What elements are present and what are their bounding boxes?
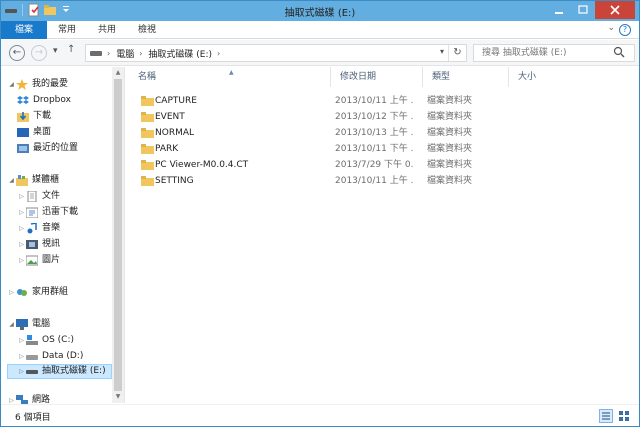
window-controls xyxy=(547,1,635,19)
column-header-name[interactable]: ▲ 名稱 xyxy=(129,67,331,87)
folder-icon xyxy=(141,128,154,138)
tab-file[interactable]: 檔案 xyxy=(1,21,47,39)
folder-icon xyxy=(141,160,154,170)
address-bar[interactable]: › 電腦 › 抽取式磁碟 (E:) › ▾ ↻ xyxy=(85,44,467,62)
music-icon xyxy=(26,222,38,234)
nav-favorites[interactable]: ◢ 我的最愛 xyxy=(7,77,68,92)
navigation-pane: ◢ 我的最愛 Dropbox 下載 桌面 最近的位置 ◢ 媒體櫃 ▷ 文件 ▷ … xyxy=(1,67,125,405)
breadcrumb-computer[interactable]: 電腦 xyxy=(116,47,134,60)
breadcrumb-drive[interactable]: 抽取式磁碟 (E:) xyxy=(148,47,212,60)
tab-home[interactable]: 常用 xyxy=(49,21,85,39)
maximize-button[interactable] xyxy=(571,1,595,19)
address-row: ← → ▾ ↑ › 電腦 › 抽取式磁碟 (E:) › ▾ ↻ 搜尋 抽取式磁碟… xyxy=(1,40,639,66)
close-button[interactable] xyxy=(595,1,635,19)
nav-item-music[interactable]: ▷ 音樂 xyxy=(17,221,60,236)
file-row[interactable]: EVENT 2013/10/12 下午 ... 檔案資料夾 xyxy=(137,109,627,125)
libraries-icon xyxy=(16,175,28,186)
explorer-window: 抽取式磁碟 (E:) 檔案 常用 共用 檢視 ⌄ ? ← → ▾ ↑ › 電腦 … xyxy=(0,0,640,427)
file-list: ▲ 名稱 修改日期 類型 大小 CAPTURE 2013/10/11 上午 ..… xyxy=(129,67,637,403)
column-header-size[interactable]: 大小 xyxy=(509,67,579,87)
nav-computer[interactable]: ◢ 電腦 xyxy=(7,317,50,332)
nav-homegroup[interactable]: ▷ 家用群組 xyxy=(7,285,68,300)
nav-item-videos[interactable]: ▷ 視訊 xyxy=(17,237,60,252)
hard-drive-icon xyxy=(26,351,38,362)
folder-icon xyxy=(141,96,154,106)
large-icons-view-button[interactable] xyxy=(617,409,631,423)
file-row[interactable]: PC Viewer-M0.0.4.CT 2013/7/29 下午 0... 檔案… xyxy=(137,157,627,173)
scroll-thumb[interactable] xyxy=(114,79,122,391)
column-header-date[interactable]: 修改日期 xyxy=(331,67,423,87)
column-header-type[interactable]: 類型 xyxy=(423,67,509,87)
tab-view[interactable]: 檢視 xyxy=(129,21,165,39)
nav-item-recent[interactable]: 最近的位置 xyxy=(17,141,78,156)
folder-icon xyxy=(141,112,154,122)
downloads-icon xyxy=(17,111,29,122)
scroll-down-icon[interactable]: ▼ xyxy=(112,391,124,403)
nav-item-documents[interactable]: ▷ 文件 xyxy=(17,189,60,204)
nav-item-downloads[interactable]: 下載 xyxy=(17,109,51,124)
details-view-button[interactable] xyxy=(599,409,613,423)
minimize-button[interactable] xyxy=(547,1,571,19)
homegroup-icon xyxy=(16,287,28,298)
folder-icon xyxy=(141,144,154,154)
nav-item-thunder[interactable]: ▷ 迅雷下載 xyxy=(17,205,78,220)
file-row[interactable]: NORMAL 2013/10/13 上午 ... 檔案資料夾 xyxy=(137,125,627,141)
recent-places-icon xyxy=(17,143,29,154)
nav-item-drive-e[interactable]: ▷ 抽取式磁碟 (E:) xyxy=(7,364,112,379)
thunder-download-icon xyxy=(25,207,39,219)
drive-icon xyxy=(90,50,102,56)
system-drive-icon xyxy=(26,335,38,346)
pictures-icon xyxy=(25,255,39,266)
title-bar: 抽取式磁碟 (E:) xyxy=(1,1,639,21)
file-row[interactable]: SETTING 2013/10/11 上午 ... 檔案資料夾 xyxy=(137,173,627,189)
nav-scrollbar[interactable]: ▲ ▼ xyxy=(112,67,124,403)
documents-icon xyxy=(26,190,38,203)
folder-icon xyxy=(141,176,154,186)
file-row[interactable]: PARK 2013/10/11 下午 ... 檔案資料夾 xyxy=(137,141,627,157)
nav-item-desktop[interactable]: 桌面 xyxy=(17,125,51,140)
sort-ascending-icon: ▲ xyxy=(229,69,234,76)
nav-libraries[interactable]: ◢ 媒體櫃 xyxy=(7,173,59,188)
nav-item-dropbox[interactable]: Dropbox xyxy=(17,93,71,108)
nav-item-pictures[interactable]: ▷ 圖片 xyxy=(17,253,60,268)
dropbox-icon xyxy=(17,95,29,106)
star-icon xyxy=(16,79,28,90)
ribbon-tabs: 檔案 常用 共用 檢視 ⌄ ? xyxy=(1,21,639,39)
status-bar: 6 個項目 xyxy=(1,404,639,426)
scroll-up-icon[interactable]: ▲ xyxy=(112,67,124,79)
forward-button[interactable]: → xyxy=(31,45,47,61)
recent-locations-icon[interactable]: ▾ xyxy=(53,46,58,56)
nav-item-drive-d[interactable]: ▷ Data (D:) xyxy=(17,349,83,364)
refresh-button[interactable]: ↻ xyxy=(448,45,466,61)
search-icon xyxy=(613,44,633,62)
item-count: 6 個項目 xyxy=(15,413,51,423)
address-dropdown-icon[interactable]: ▾ xyxy=(440,47,444,56)
videos-icon xyxy=(26,239,38,250)
up-button[interactable]: ↑ xyxy=(67,44,75,55)
removable-drive-icon xyxy=(26,366,38,377)
search-input[interactable]: 搜尋 抽取式磁碟 (E:) xyxy=(473,44,635,62)
desktop-icon xyxy=(17,127,29,138)
computer-icon xyxy=(16,319,28,330)
tab-share[interactable]: 共用 xyxy=(89,21,125,39)
help-icon[interactable]: ? xyxy=(619,24,631,36)
expand-ribbon-icon[interactable]: ⌄ xyxy=(607,23,615,33)
window-title: 抽取式磁碟 (E:) xyxy=(284,8,356,19)
file-row[interactable]: CAPTURE 2013/10/11 上午 ... 檔案資料夾 xyxy=(137,93,627,109)
nav-item-drive-c[interactable]: ▷ OS (C:) xyxy=(17,333,74,348)
back-button[interactable]: ← xyxy=(9,45,25,61)
